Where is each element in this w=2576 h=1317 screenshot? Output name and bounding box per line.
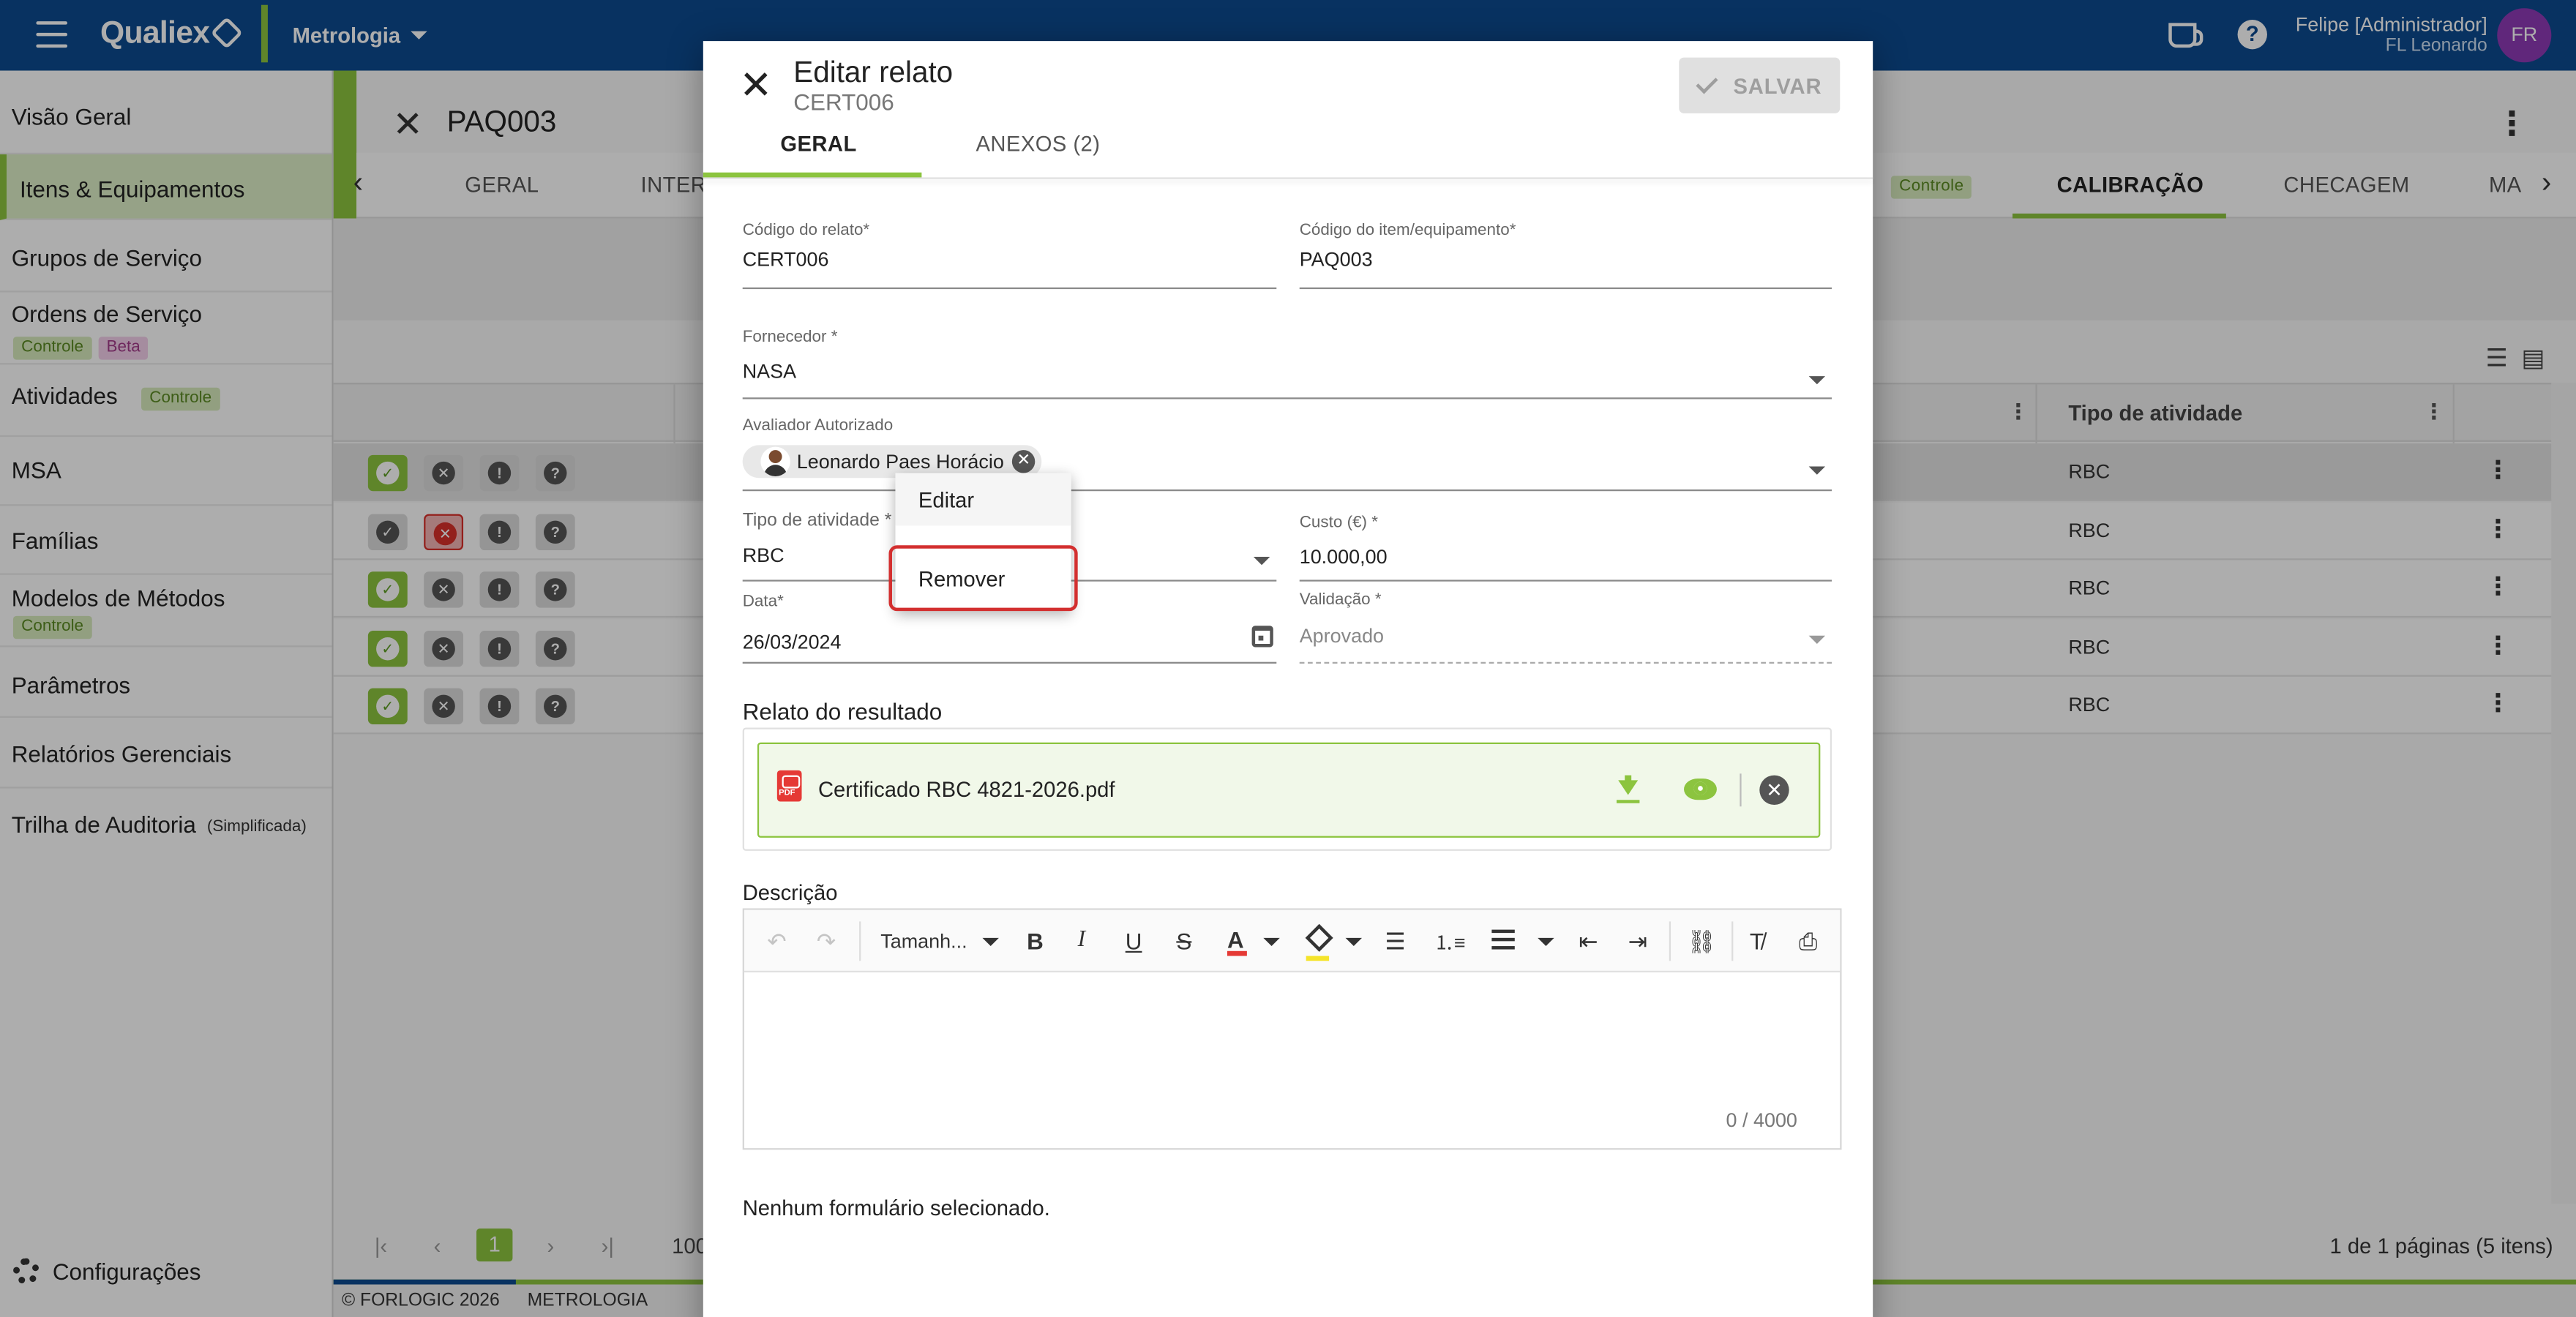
field-value: RBC	[742, 544, 785, 567]
dialog-subtitle: CERT006	[793, 89, 894, 116]
save-label: SALVAR	[1733, 72, 1822, 98]
caret-down-icon[interactable]	[1345, 937, 1363, 947]
download-icon[interactable]	[1615, 775, 1641, 805]
italic-icon[interactable]: I	[1078, 928, 1085, 954]
caret-down-icon	[1808, 466, 1826, 475]
person-avatar-icon	[760, 446, 790, 477]
redo-icon[interactable]: ↷	[817, 928, 836, 956]
field-label: Data*	[742, 593, 784, 612]
attachment-filename: Certificado RBC 4821-2026.pdf	[817, 776, 1115, 802]
save-button[interactable]: SALVAR	[1679, 57, 1841, 113]
field-label: Fornecedor *	[742, 328, 838, 347]
pdf-file-icon	[776, 770, 802, 802]
field-label: Tipo de atividade *	[742, 511, 892, 531]
outdent-icon[interactable]: ⇤	[1579, 928, 1598, 956]
tab-geral[interactable]: GERAL	[780, 132, 856, 157]
font-size-select[interactable]: Tamanh...	[880, 930, 967, 953]
custo-field[interactable]: Custo (€) * 10.000,00	[1299, 514, 1832, 582]
description-editor[interactable]: ↶ ↷ Tamanh... B I U S A ☰ ⒈≡ ⇤ ⇥ ⛓ T̸ ⎙ …	[742, 908, 1842, 1150]
character-counter: 0 / 4000	[1726, 1108, 1797, 1132]
menu-item-editar[interactable]: Editar	[895, 473, 1071, 526]
caret-down-icon	[1253, 557, 1270, 566]
toolbar-divider	[859, 921, 861, 961]
validacao-select: Validação * Aprovado	[1299, 591, 1832, 664]
screen-root: Qualiex Metrologia ? Felipe [Administrad…	[0, 0, 2576, 1317]
menu-item-remover[interactable]: Remover	[888, 545, 1078, 612]
field-label: Avaliador Autorizado	[742, 417, 894, 435]
chip-label: Leonardo Paes Horácio	[796, 450, 1004, 473]
active-tab-indicator	[703, 172, 922, 178]
chip-context-menu: Editar Remover	[888, 473, 1078, 612]
toolbar-divider	[1669, 921, 1671, 961]
caret-down-icon	[1808, 376, 1826, 385]
close-icon[interactable]: ✕	[739, 62, 772, 110]
indent-icon[interactable]: ⇥	[1628, 928, 1647, 956]
relato-section-title: Relato do resultado	[742, 698, 943, 725]
field-label: Código do relato*	[742, 222, 870, 240]
bullet-list-icon[interactable]: ☰	[1385, 928, 1405, 956]
text-color-icon[interactable]: A	[1227, 926, 1248, 956]
field-value: NASA	[742, 359, 797, 383]
field-label: Custo (€) *	[1299, 514, 1379, 533]
caret-down-icon[interactable]	[982, 937, 999, 947]
edit-relato-dialog: ✕ Editar relato CERT006 SALVAR GERAL ANE…	[703, 41, 1873, 1317]
editor-toolbar: ↶ ↷ Tamanh... B I U S A ☰ ⒈≡ ⇤ ⇥ ⛓ T̸ ⎙	[744, 909, 1841, 972]
undo-icon[interactable]: ↶	[767, 928, 786, 956]
numbered-list-icon[interactable]: ⒈≡	[1434, 928, 1466, 956]
clear-format-icon[interactable]: T̸	[1750, 928, 1764, 954]
highlight-color-icon[interactable]	[1305, 923, 1333, 952]
codigo-item-field[interactable]: Código do item/equipamento* PAQ003	[1299, 222, 1832, 290]
fornecedor-select[interactable]: Fornecedor * NASA	[742, 328, 1832, 399]
attachment-container: Certificado RBC 4821-2026.pdf ✕	[742, 727, 1832, 851]
menu-item-label: Remover	[918, 566, 1006, 592]
field-value: CERT006	[742, 247, 829, 271]
attachment-item[interactable]: Certificado RBC 4821-2026.pdf ✕	[757, 742, 1821, 838]
remove-attachment-icon[interactable]: ✕	[1759, 775, 1789, 806]
caret-down-icon[interactable]	[1538, 937, 1554, 947]
codigo-relato-field[interactable]: Código do relato* CERT006	[742, 222, 1277, 290]
toolbar-divider	[1731, 921, 1734, 961]
print-icon[interactable]: ⎙	[1799, 928, 1817, 956]
dialog-title: Editar relato	[793, 56, 954, 89]
no-form-message: Nenhum formulário selecionado.	[742, 1196, 1050, 1220]
remove-chip-icon[interactable]: ✕	[1012, 450, 1036, 473]
field-value: 10.000,00	[1299, 545, 1388, 569]
field-label: Validação *	[1299, 591, 1382, 609]
link-icon[interactable]: ⛓	[1688, 928, 1717, 956]
strikethrough-icon[interactable]: S	[1176, 928, 1191, 954]
align-left-icon[interactable]	[1491, 929, 1515, 950]
caret-down-icon[interactable]	[1263, 937, 1280, 947]
bold-icon[interactable]: B	[1027, 928, 1044, 954]
underline-icon[interactable]: U	[1126, 928, 1142, 954]
menu-item-label: Editar	[918, 487, 975, 513]
eye-icon[interactable]	[1684, 778, 1717, 800]
field-label: Código do item/equipamento*	[1299, 222, 1516, 240]
descricao-section-title: Descrição	[742, 880, 838, 905]
field-value: 26/03/2024	[742, 631, 842, 654]
highlight-color-swatch	[1306, 956, 1330, 961]
check-icon	[1696, 71, 1718, 94]
field-value: Aprovado	[1299, 624, 1385, 648]
tab-divider	[703, 177, 1873, 179]
caret-down-icon	[1808, 635, 1826, 645]
icon-divider	[1740, 773, 1742, 807]
field-value: PAQ003	[1299, 247, 1373, 271]
calendar-icon[interactable]	[1251, 626, 1273, 648]
tab-anexos[interactable]: ANEXOS (2)	[976, 132, 1100, 157]
